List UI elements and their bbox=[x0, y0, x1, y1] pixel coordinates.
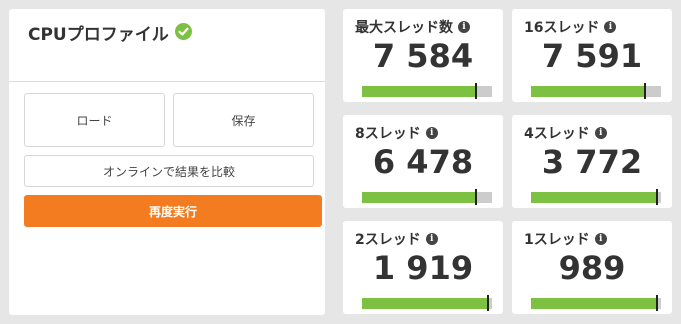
score-bar-fill bbox=[362, 86, 477, 97]
score-bar bbox=[362, 295, 492, 311]
card-label: 2スレッド bbox=[355, 232, 421, 248]
score-bar-marker bbox=[475, 83, 477, 99]
compare-online-button[interactable]: オンラインで結果を比較 bbox=[24, 155, 314, 187]
score-value: 7 584 bbox=[372, 37, 474, 75]
score-bar-fill bbox=[531, 86, 646, 97]
panel-title: CPUプロファイル bbox=[28, 25, 169, 45]
score-value: 989 bbox=[558, 249, 626, 287]
card-label: 最大スレッド数 bbox=[355, 20, 453, 36]
score-bar-fill bbox=[531, 298, 659, 309]
card-label: 4スレッド bbox=[524, 126, 590, 142]
score-card-8-threads: 8スレッド i 6 478 bbox=[343, 115, 503, 208]
cpu-profile-panel: CPUプロファイル ロード 保存 オンラインで結果を比較 再度実行 bbox=[9, 9, 325, 315]
check-circle-icon bbox=[175, 23, 192, 40]
rerun-button[interactable]: 再度実行 bbox=[24, 195, 322, 227]
score-card-16-threads: 16スレッド i 7 591 bbox=[512, 9, 672, 102]
score-bar-marker bbox=[487, 295, 489, 311]
score-value: 6 478 bbox=[372, 143, 474, 181]
card-label: 8スレッド bbox=[355, 126, 421, 142]
info-icon[interactable]: i bbox=[425, 127, 438, 139]
info-icon[interactable]: i bbox=[425, 233, 438, 245]
info-icon[interactable]: i bbox=[604, 21, 617, 33]
score-bar-fill bbox=[362, 298, 490, 309]
score-bar bbox=[362, 83, 492, 99]
score-bar bbox=[531, 189, 661, 205]
score-value: 1 919 bbox=[372, 249, 474, 287]
score-bar-marker bbox=[656, 295, 658, 311]
score-value: 3 772 bbox=[541, 143, 643, 181]
save-button[interactable]: 保存 bbox=[173, 93, 314, 147]
score-bar-marker bbox=[475, 189, 477, 205]
score-bar-marker bbox=[656, 189, 658, 205]
score-bar bbox=[362, 189, 492, 205]
score-bar bbox=[531, 295, 661, 311]
info-icon[interactable]: i bbox=[594, 233, 607, 245]
score-card-1-thread: 1スレッド i 989 bbox=[512, 221, 672, 314]
score-bar-fill bbox=[531, 192, 659, 203]
score-value: 7 591 bbox=[541, 37, 643, 75]
score-card-4-threads: 4スレッド i 3 772 bbox=[512, 115, 672, 208]
score-card-max-threads: 最大スレッド数 i 7 584 bbox=[343, 9, 503, 102]
card-label: 16スレッド bbox=[524, 20, 600, 36]
info-icon[interactable]: i bbox=[458, 21, 470, 33]
score-card-2-threads: 2スレッド i 1 919 bbox=[343, 221, 503, 314]
load-button[interactable]: ロード bbox=[24, 93, 165, 147]
panel-header: CPUプロファイル bbox=[9, 9, 325, 82]
score-bar-fill bbox=[362, 192, 477, 203]
score-bar-marker bbox=[644, 83, 646, 99]
info-icon[interactable]: i bbox=[594, 127, 607, 139]
card-label: 1スレッド bbox=[524, 232, 590, 248]
score-bar bbox=[531, 83, 661, 99]
